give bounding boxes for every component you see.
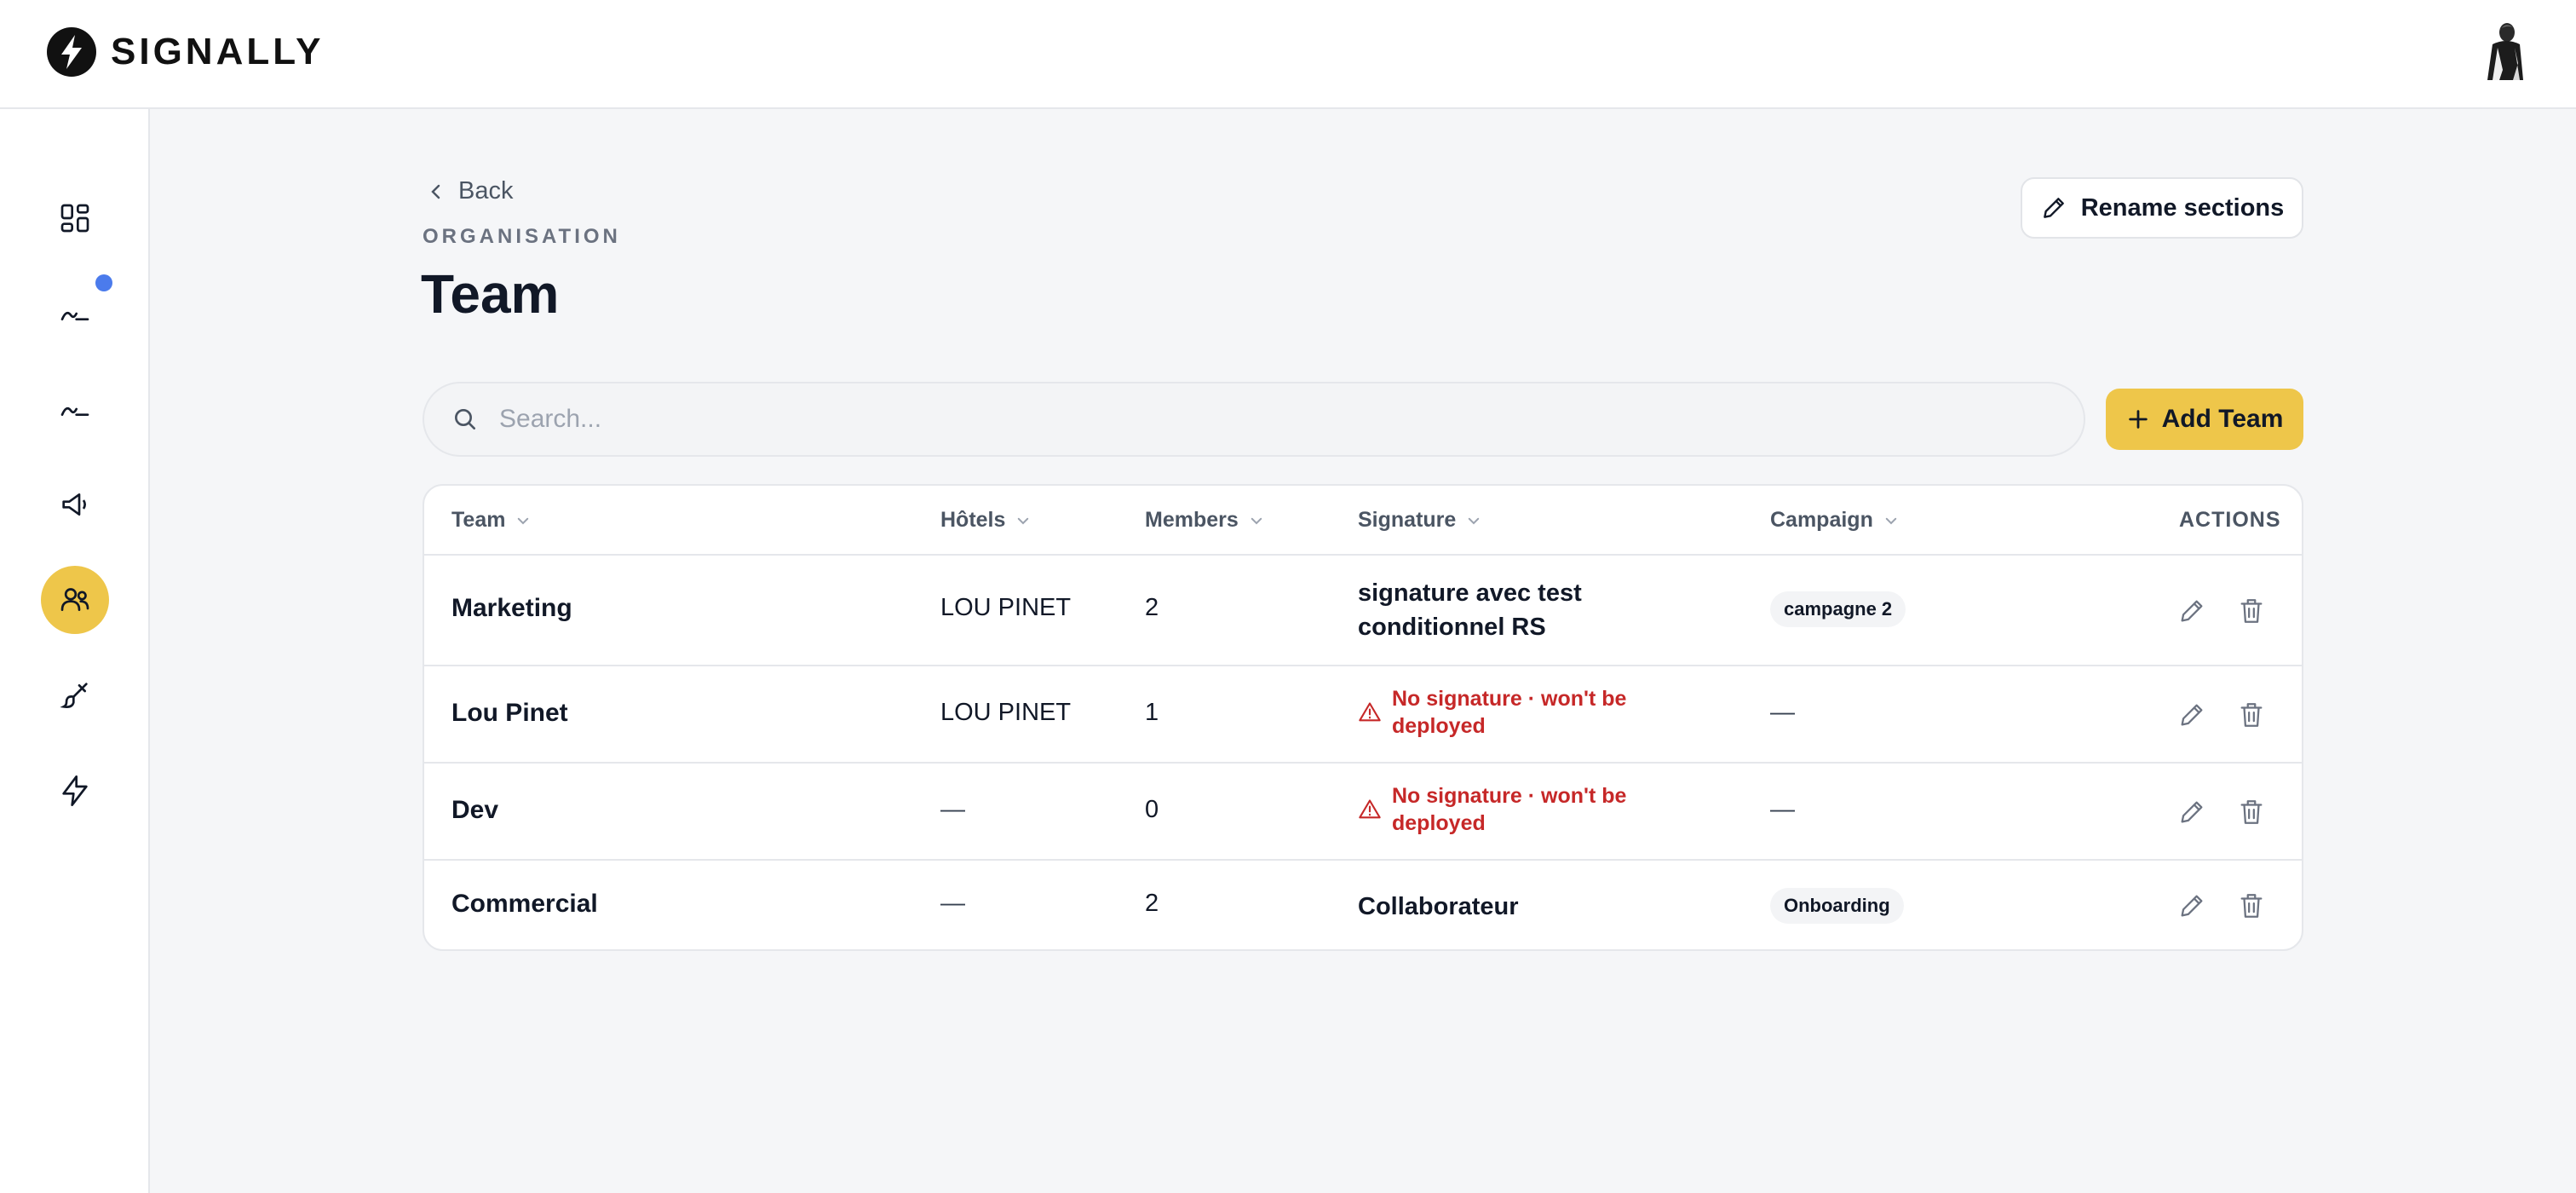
- chevron-down-icon: [1469, 517, 1480, 524]
- signature-icon: [60, 406, 89, 416]
- notification-dot: [95, 274, 112, 291]
- team-campaign: —: [1770, 796, 1795, 823]
- team-members: 2: [1145, 594, 1159, 621]
- user-avatar[interactable]: [2481, 19, 2530, 80]
- sidebar-item-signature-templates[interactable]: [41, 375, 109, 443]
- top-bar: SIGNALLY: [0, 0, 2576, 109]
- row-actions: [2177, 798, 2266, 827]
- signature-icon: [60, 311, 89, 320]
- pencil-icon: [2043, 198, 2064, 218]
- signature-warning: No signature · won't be deployed: [1358, 685, 1647, 740]
- team-members: 0: [1145, 796, 1159, 823]
- lightning-icon: [62, 775, 88, 806]
- add-team-button[interactable]: Add Team: [2106, 389, 2303, 450]
- team-name: Dev: [451, 796, 499, 824]
- signature-warning: No signature · won't be deployed: [1358, 782, 1647, 837]
- search-bar: [423, 382, 2085, 457]
- team-campaign: campagne 2: [1770, 591, 1906, 627]
- team-hotels: —: [940, 890, 965, 917]
- sidebar-item-team[interactable]: [41, 566, 109, 634]
- column-header-team[interactable]: Team: [451, 508, 531, 533]
- dashboard-grid-icon: [60, 204, 89, 233]
- search-icon: [455, 409, 475, 429]
- team-members: 2: [1145, 890, 1159, 917]
- campaign-badge: Onboarding: [1770, 888, 1904, 924]
- paint-brush-icon: [60, 683, 88, 708]
- chevron-down-icon: [1018, 517, 1029, 524]
- sidebar-nav: [0, 109, 150, 1193]
- edit-pencil-icon[interactable]: [2177, 798, 2206, 827]
- signature-warning-text: No signature · won't be deployed: [1392, 784, 1627, 835]
- signature-warning-text: No signature · won't be deployed: [1392, 687, 1627, 738]
- page-title: Team: [421, 263, 560, 325]
- team-members: 1: [1145, 699, 1159, 726]
- column-header-campaign[interactable]: Campaign: [1770, 508, 1899, 533]
- megaphone-icon: [62, 493, 86, 516]
- rename-sections-label: Rename sections: [2080, 193, 2285, 222]
- campaign-badge: campagne 2: [1770, 591, 1906, 627]
- signally-logo-icon: [47, 27, 96, 77]
- column-header-members[interactable]: Members: [1145, 508, 1264, 533]
- table-row[interactable]: Marketing LOU PINET 2 signature avec tes…: [424, 556, 2302, 666]
- users-icon: [60, 588, 89, 611]
- sidebar-item-design[interactable]: [41, 661, 109, 729]
- column-header-signature[interactable]: Signature: [1358, 508, 1481, 533]
- team-hotels: LOU PINET: [940, 594, 1072, 621]
- team-table: Team Hôtels Members Signature Campaign A…: [423, 484, 2303, 951]
- row-actions: [2177, 596, 2266, 625]
- trash-icon[interactable]: [2237, 596, 2266, 625]
- warning-triangle-icon: [1359, 799, 1381, 819]
- team-campaign: —: [1770, 699, 1795, 726]
- team-hotels: —: [940, 796, 965, 823]
- row-actions: [2177, 700, 2266, 729]
- edit-pencil-icon[interactable]: [2177, 891, 2206, 920]
- sidebar-item-campaigns[interactable]: [41, 470, 109, 539]
- team-name: Lou Pinet: [451, 699, 568, 727]
- row-actions: [2177, 891, 2266, 920]
- brand-name: SIGNALLY: [111, 31, 325, 72]
- add-team-label: Add Team: [2161, 405, 2284, 433]
- edit-pencil-icon[interactable]: [2177, 596, 2206, 625]
- trash-icon[interactable]: [2237, 891, 2266, 920]
- table-row[interactable]: Dev — 0 No signature · won't be deployed…: [424, 764, 2302, 861]
- team-campaign: Onboarding: [1770, 888, 1904, 924]
- warning-triangle-icon: [1359, 702, 1381, 722]
- table-row[interactable]: Lou Pinet LOU PINET 1 No signature · won…: [424, 666, 2302, 764]
- sidebar-item-dashboard[interactable]: [41, 184, 109, 252]
- table-row[interactable]: Commercial — 2 Collaborateur Onboarding: [424, 861, 2302, 949]
- sidebar-item-automations[interactable]: [41, 757, 109, 825]
- column-header-actions: ACTIONS: [2179, 508, 2281, 532]
- back-link[interactable]: Back: [426, 177, 513, 205]
- edit-pencil-icon[interactable]: [2177, 700, 2206, 729]
- search-input[interactable]: [499, 405, 2033, 434]
- brand-logo[interactable]: SIGNALLY: [46, 26, 324, 78]
- trash-icon[interactable]: [2237, 798, 2266, 827]
- chevron-down-icon: [1251, 517, 1262, 524]
- rename-sections-button[interactable]: Rename sections: [2021, 177, 2303, 239]
- chevron-left-icon: [431, 184, 440, 199]
- back-label: Back: [458, 177, 514, 205]
- team-signature[interactable]: Collaborateur: [1358, 890, 1630, 924]
- team-name: Marketing: [451, 594, 572, 622]
- trash-icon[interactable]: [2237, 700, 2266, 729]
- column-header-hotels[interactable]: Hôtels: [940, 508, 1031, 533]
- section-eyebrow: ORGANISATION: [423, 225, 621, 248]
- chevron-down-icon: [518, 517, 529, 524]
- team-hotels: LOU PINET: [940, 699, 1072, 726]
- table-header: Team Hôtels Members Signature Campaign A…: [424, 486, 2302, 556]
- team-name: Commercial: [451, 890, 598, 918]
- chevron-down-icon: [1885, 517, 1897, 524]
- plus-icon: [2128, 410, 2148, 429]
- team-signature[interactable]: signature avec test conditionnel RS: [1358, 576, 1630, 644]
